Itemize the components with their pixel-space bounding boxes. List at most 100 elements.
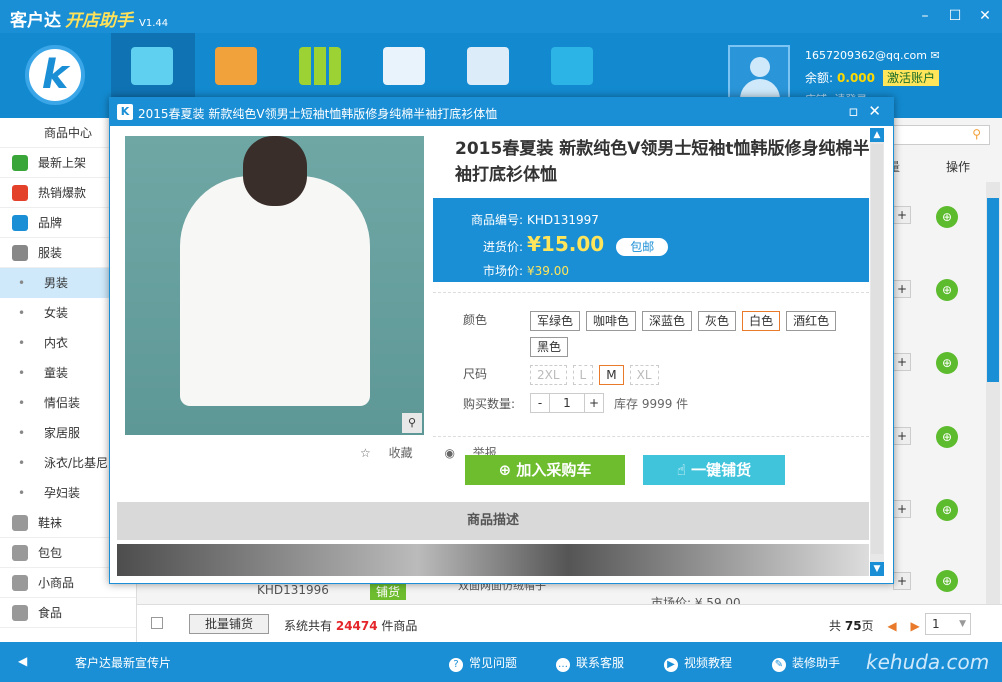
package-icon bbox=[215, 47, 257, 85]
total-pre: 系统共有 bbox=[284, 619, 333, 633]
scroll-up-icon[interactable]: ▲ bbox=[870, 128, 884, 142]
color-option[interactable]: 黑色 bbox=[530, 337, 569, 357]
one-click-label: 一键铺货 bbox=[691, 461, 752, 479]
profile-card-icon bbox=[467, 47, 509, 85]
qty-input[interactable]: 1 bbox=[550, 393, 584, 413]
row-tag[interactable]: 铺货 bbox=[370, 583, 407, 600]
price-panel: 商品编号: KHD131997 进货价: ¥15.00 包邮 市场价: ¥39.00 bbox=[433, 198, 869, 282]
search-input[interactable]: ⚲ bbox=[893, 125, 990, 145]
size-option-selected[interactable]: M bbox=[599, 365, 624, 385]
brand-watermark: kehuda.com bbox=[866, 650, 990, 674]
dialog-scroll-thumb[interactable] bbox=[871, 144, 883, 554]
qty-plus-button[interactable]: + bbox=[893, 572, 911, 590]
total-post: 件商品 bbox=[381, 619, 418, 633]
page-select-value: 1 bbox=[932, 617, 940, 631]
toolbox-icon bbox=[551, 47, 593, 85]
video-link[interactable]: ▶ 视频教程 bbox=[664, 654, 732, 672]
app-version: V1.44 bbox=[139, 18, 169, 29]
qty-minus-button[interactable]: - bbox=[530, 393, 550, 413]
dialog-body: ⚲ ☆ 收藏 ◉ 举报 2015春夏装 新款纯色V领男士短袖t恤韩版修身纯棉半袖… bbox=[117, 126, 869, 576]
cart-icon: ⊕ bbox=[498, 461, 517, 479]
maximize-button[interactable]: ☐ bbox=[944, 6, 966, 26]
cart-icon[interactable]: ⊕ bbox=[936, 499, 958, 521]
list-scroll-thumb[interactable] bbox=[987, 198, 999, 382]
list-scrollbar[interactable] bbox=[986, 182, 1000, 604]
shirt-shape bbox=[180, 176, 370, 406]
question-icon: ? bbox=[449, 658, 463, 672]
one-click-publish-button[interactable]: ☝ 一键铺货 bbox=[643, 455, 785, 485]
page-select[interactable]: 1 ▼ bbox=[925, 613, 971, 635]
color-option[interactable]: 深蓝色 bbox=[642, 311, 693, 331]
cart-icon[interactable]: ⊕ bbox=[936, 426, 958, 448]
list-header-operation: 操作 bbox=[946, 160, 971, 174]
model-head bbox=[243, 136, 307, 206]
thumb-up-icon bbox=[12, 215, 28, 231]
page-count: 共 75页 ◀ ▶ bbox=[829, 617, 920, 634]
qty-plus-button[interactable]: + bbox=[893, 206, 911, 224]
contact-link[interactable]: … 联系客服 bbox=[556, 654, 624, 672]
color-option[interactable]: 咖啡色 bbox=[586, 311, 637, 331]
scroll-down-icon[interactable]: ▼ bbox=[870, 562, 884, 576]
faq-label: 常见问题 bbox=[469, 656, 518, 670]
favorite-button[interactable]: ☆ 收藏 bbox=[346, 446, 413, 460]
qty-plus-button[interactable]: + bbox=[893, 500, 911, 518]
qty-plus-button[interactable]: + bbox=[584, 393, 604, 413]
batch-publish-button[interactable]: 批量铺货 bbox=[189, 614, 269, 634]
close-button[interactable]: ✕ bbox=[974, 6, 996, 26]
contact-label: 联系客服 bbox=[576, 656, 625, 670]
speaker-icon[interactable]: ◀ bbox=[18, 654, 27, 668]
cart-icon[interactable]: ⊕ bbox=[936, 352, 958, 374]
qty-plus-button[interactable]: + bbox=[893, 353, 911, 371]
qty-plus-button[interactable]: + bbox=[893, 280, 911, 298]
add-to-cart-button[interactable]: ⊕ 加入采购车 bbox=[465, 455, 625, 485]
search-icon[interactable]: ⚲ bbox=[972, 127, 981, 141]
market-price: ¥39.00 bbox=[527, 264, 569, 278]
color-option-selected[interactable]: 白色 bbox=[742, 311, 781, 331]
food-icon bbox=[12, 605, 28, 621]
dialog-logo-icon: K bbox=[117, 104, 133, 120]
qty-plus-button[interactable]: + bbox=[893, 427, 911, 445]
size-option[interactable]: 2XL bbox=[530, 365, 567, 385]
dialog-actions: ⊕ 加入采购车 ☝ 一键铺货 bbox=[433, 436, 869, 500]
dialog-title: 2015春夏装 新款纯色V领男士短袖t恤韩版修身纯棉半袖打底衫体恤 bbox=[138, 107, 498, 121]
mail-icon[interactable]: ✉ bbox=[930, 49, 939, 62]
app-title: 客户达 开店助手 V1.44 bbox=[10, 6, 168, 31]
decorate-link[interactable]: ✎ 装修助手 bbox=[772, 654, 840, 672]
sidebar-item-label: 热销爆款 bbox=[38, 186, 87, 200]
activate-account-button[interactable]: 激活账户 bbox=[883, 70, 940, 86]
sidebar-item-label: 包包 bbox=[38, 546, 63, 560]
color-option[interactable]: 灰色 bbox=[698, 311, 737, 331]
cart-icon[interactable]: ⊕ bbox=[936, 570, 958, 592]
promo-link[interactable]: 客户达最新宣传片 bbox=[75, 654, 171, 671]
window-controls: – ☐ ✕ bbox=[914, 6, 996, 26]
hand-icon: ☝ bbox=[676, 461, 692, 479]
pages-number: 75 bbox=[844, 619, 862, 633]
select-all-checkbox[interactable] bbox=[151, 617, 163, 629]
sidebar-item-label: 食品 bbox=[38, 606, 63, 620]
minimize-button[interactable]: – bbox=[914, 6, 936, 26]
maximize-icon[interactable]: ▫ bbox=[848, 102, 858, 120]
user-email: 1657209362@qq.com bbox=[805, 49, 927, 62]
video-label: 视频教程 bbox=[684, 656, 733, 670]
faq-link[interactable]: ? 常见问题 bbox=[449, 654, 517, 672]
color-option[interactable]: 酒红色 bbox=[786, 311, 837, 331]
close-icon[interactable]: ✕ bbox=[868, 102, 881, 120]
sidebar-item-food[interactable]: 食品 bbox=[0, 598, 136, 628]
product-code: KHD131997 bbox=[527, 213, 599, 227]
size-option[interactable]: XL bbox=[629, 365, 659, 385]
new-icon bbox=[12, 155, 28, 171]
cart-icon[interactable]: ⊕ bbox=[936, 206, 958, 228]
size-option[interactable]: L bbox=[572, 365, 594, 385]
dialog-scrollbar[interactable]: ▲ ▼ bbox=[870, 128, 884, 576]
balance-value: 0.000 bbox=[837, 71, 876, 85]
chevron-down-icon: ▼ bbox=[959, 619, 966, 629]
product-detail-dialog: K 2015春夏装 新款纯色V领男士短袖t恤韩版修身纯棉半袖打底衫体恤 ▫ ✕ ⚲… bbox=[109, 97, 894, 584]
total-count: 系统共有 24474 件商品 bbox=[284, 617, 417, 634]
cart-icon[interactable]: ⊕ bbox=[936, 279, 958, 301]
color-option[interactable]: 军绿色 bbox=[530, 311, 581, 331]
next-page-icon[interactable]: ▶ bbox=[910, 619, 919, 633]
status-bar: ◀ 客户达最新宣传片 ? 常见问题 … 联系客服 ▶ 视频教程 ✎ 装修助手 kehud… bbox=[0, 642, 1002, 682]
prev-page-icon[interactable]: ◀ bbox=[887, 619, 896, 633]
product-image[interactable]: ⚲ bbox=[125, 136, 424, 435]
zoom-icon[interactable]: ⚲ bbox=[402, 413, 422, 433]
